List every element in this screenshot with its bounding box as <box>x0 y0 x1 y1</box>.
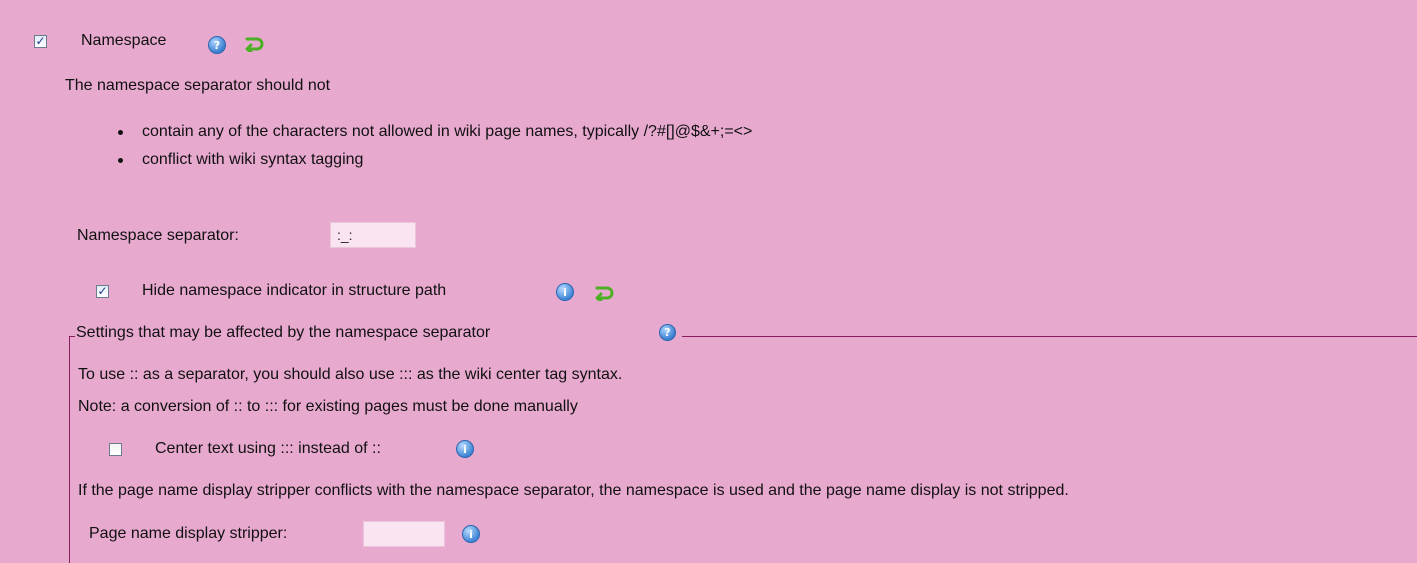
stripper-label: Page name display stripper: <box>89 525 288 542</box>
info-icon[interactable]: i <box>456 440 474 458</box>
namespace-label: Namespace <box>81 32 167 49</box>
list-item: contain any of the characters not allowe… <box>118 118 752 146</box>
hide-indicator-label: Hide namespace indicator in structure pa… <box>142 282 447 299</box>
help-icon[interactable]: ? <box>659 324 676 341</box>
fieldset-legend: Settings that may be affected by the nam… <box>76 324 490 342</box>
fieldset-legend-text: Settings that may be affected by the nam… <box>76 324 491 341</box>
check-icon: ✓ <box>97 284 108 298</box>
namespace-intro: The namespace separator should not <box>65 77 331 94</box>
separator-input[interactable] <box>330 222 416 248</box>
affected-note-2: Note: a conversion of :: to ::: for exis… <box>78 398 578 415</box>
fieldset-border-top-right <box>682 336 1417 337</box>
info-icon[interactable]: i <box>462 525 480 543</box>
check-icon: ✓ <box>35 34 46 48</box>
separator-rules-list: contain any of the characters not allowe… <box>118 118 752 174</box>
stripper-note: If the page name display stripper confli… <box>78 482 1069 499</box>
help-icon[interactable]: ? <box>208 36 226 54</box>
fieldset-border-left <box>69 336 70 563</box>
fieldset-border-top-left <box>69 336 75 337</box>
namespace-checkbox[interactable]: ✓ <box>34 35 47 48</box>
center-text-checkbox[interactable] <box>109 443 122 456</box>
reset-icon[interactable] <box>594 283 616 301</box>
separator-label: Namespace separator: <box>77 227 239 244</box>
affected-note-1: To use :: as a separator, you should als… <box>78 366 623 383</box>
center-text-label: Center text using ::: instead of :: <box>155 440 381 457</box>
info-icon[interactable]: i <box>556 283 574 301</box>
reset-icon[interactable] <box>244 34 266 52</box>
list-item: conflict with wiki syntax tagging <box>118 146 752 174</box>
stripper-input[interactable] <box>363 521 445 547</box>
hide-indicator-checkbox[interactable]: ✓ <box>96 285 109 298</box>
